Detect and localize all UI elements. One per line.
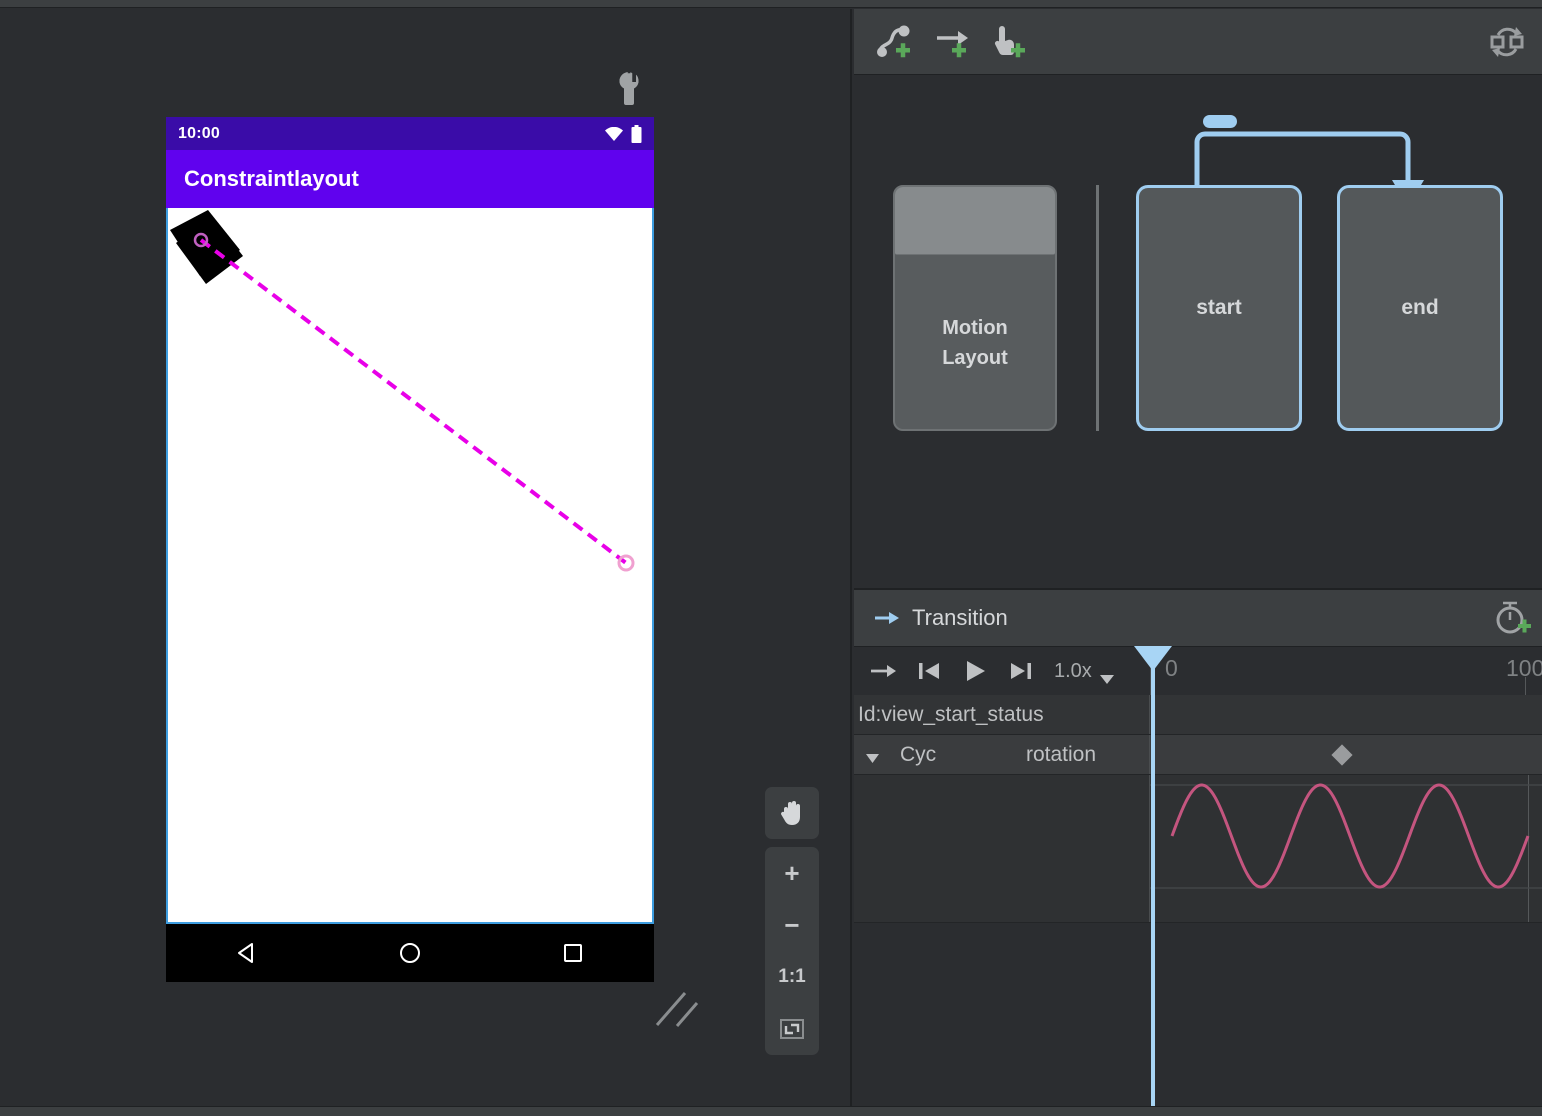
motion-editor-panel: Motion Layout start end Transition 1.0x … — [854, 9, 1542, 1116]
battery-icon — [631, 124, 642, 143]
animated-widget — [170, 210, 243, 284]
window-chrome-top — [0, 0, 1542, 8]
keyframe-marker[interactable] — [1331, 743, 1353, 766]
device-canvas[interactable] — [166, 208, 654, 922]
create-transition-icon[interactable] — [932, 22, 974, 62]
play-icon[interactable] — [960, 656, 990, 686]
zoom-in-button[interactable]: + — [765, 847, 819, 899]
motion-overview-area: Motion Layout start end — [854, 75, 1542, 590]
create-constraint-set-icon[interactable] — [874, 22, 916, 62]
timeline-curve-row-left — [854, 775, 1150, 922]
timeline-ruler[interactable]: 0 100 — [1150, 647, 1542, 695]
chevron-down-icon — [1099, 667, 1114, 684]
timeline-playback-controls: 1.0x — [854, 647, 1150, 695]
design-surface: 10:00 Constraintlayout + − 1:1 — [0, 9, 852, 1106]
pan-group — [765, 787, 819, 839]
motion-layout-card-label: Motion Layout — [895, 255, 1055, 429]
actual-size-button[interactable]: 1:1 — [765, 951, 819, 1003]
zoom-toolbar: + − 1:1 — [765, 787, 819, 1055]
back-icon[interactable] — [234, 940, 260, 966]
timeline-property-row-left: Cyc rotation — [854, 735, 1150, 774]
transition-panel-title: Transition — [912, 605, 1008, 630]
fit-to-screen-button[interactable] — [765, 1003, 819, 1055]
device-status-bar: 10:00 — [166, 117, 654, 150]
motion-layout-label-line2: Layout — [942, 347, 1008, 369]
create-on-click-icon[interactable] — [990, 22, 1032, 62]
status-bar-time: 10:00 — [178, 124, 220, 142]
transition-panel-header: Transition — [854, 590, 1542, 647]
pan-tool-button[interactable] — [765, 787, 819, 839]
timeline-view-row-left: Id:view_start_status — [854, 695, 1150, 734]
wrench-icon[interactable] — [614, 71, 644, 105]
timeline-view-id-label: Id:view_start_status — [858, 702, 1044, 726]
timeline-curve-track[interactable] — [1150, 775, 1542, 922]
constraint-set-start[interactable]: start — [1136, 185, 1302, 431]
constraint-set-start-label: start — [1196, 296, 1242, 319]
hand-icon — [777, 798, 807, 828]
playback-speed-value: 1.0x — [1054, 659, 1092, 682]
ruler-end-label: 100 — [1506, 655, 1542, 681]
add-keyframe-icon[interactable] — [1492, 598, 1532, 638]
arrow-right-icon — [874, 608, 900, 628]
zoom-group: + − 1:1 — [765, 847, 819, 1055]
timeline-keyframe-attribute: rotation — [1026, 742, 1097, 766]
motion-layout-card-header — [895, 187, 1055, 255]
transition-connector-tab — [1203, 115, 1237, 128]
timeline-property-row[interactable]: Cyc rotation — [854, 735, 1542, 775]
motion-path-line — [199, 238, 628, 565]
home-icon[interactable] — [397, 940, 423, 966]
recents-icon[interactable] — [560, 940, 586, 966]
skip-to-end-icon[interactable] — [1006, 656, 1036, 686]
app-bar-title: Constraintlayout — [184, 166, 359, 191]
overview-divider — [1096, 185, 1099, 431]
motion-layout-label-line1: Motion — [942, 317, 1008, 339]
motion-overview-toolbar — [854, 9, 1542, 75]
timeline-keyframe-kind: Cyc — [900, 742, 937, 766]
cycle-layout-icon[interactable] — [1486, 22, 1528, 62]
motion-layout-card[interactable]: Motion Layout — [893, 185, 1057, 431]
zoom-out-button[interactable]: − — [765, 899, 819, 951]
resize-grip-icon[interactable] — [655, 989, 701, 1029]
device-nav-bar — [166, 922, 654, 982]
motion-editor-window: 10:00 Constraintlayout + − 1:1 Motion La… — [0, 0, 1542, 1116]
ruler-tick-end — [1525, 677, 1526, 695]
device-app-bar: Constraintlayout — [166, 150, 654, 208]
constraint-set-end-label: end — [1401, 296, 1439, 319]
window-chrome-bottom — [0, 1106, 1542, 1116]
fit-to-screen-icon — [779, 1016, 805, 1042]
arrow-right-icon[interactable] — [868, 656, 898, 686]
timeline-property-row-track[interactable] — [1150, 735, 1542, 774]
skip-to-start-icon[interactable] — [914, 656, 944, 686]
rotation-cycle-curve — [1150, 783, 1542, 889]
playback-speed-select[interactable]: 1.0x — [1054, 659, 1114, 684]
transition-timeline: 1.0x 0 100 Id:view_start_status Cyc rota… — [854, 646, 1542, 1116]
triangle-down-icon[interactable] — [858, 750, 886, 763]
constraint-set-end[interactable]: end — [1337, 185, 1503, 431]
timeline-rows: Id:view_start_status Cyc rotation — [854, 695, 1542, 923]
status-bar-icons — [604, 124, 642, 143]
ruler-start-label: 0 — [1165, 655, 1178, 681]
device-preview[interactable]: 10:00 Constraintlayout — [166, 117, 654, 982]
wifi-icon — [604, 126, 624, 141]
timeline-curve-row — [854, 775, 1542, 923]
timeline-view-row-track[interactable] — [1150, 695, 1542, 734]
motion-path-overlay — [170, 210, 635, 572]
timeline-view-row[interactable]: Id:view_start_status — [854, 695, 1542, 735]
